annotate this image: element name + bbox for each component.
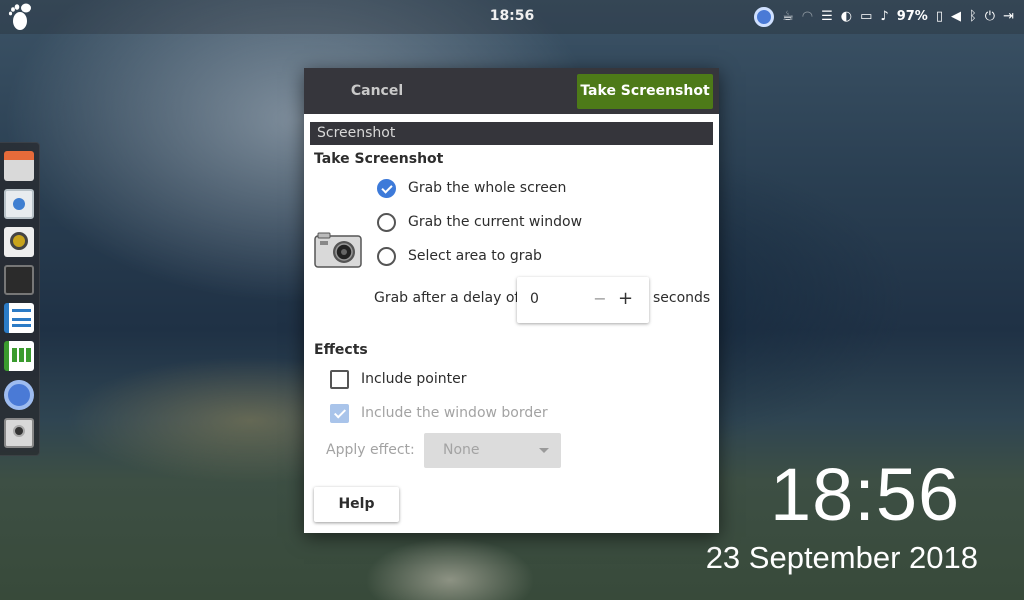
dialog-header: Cancel Take Screenshot <box>304 68 719 114</box>
whole-screen-label: Grab the whole screen <box>408 180 567 196</box>
apply-effect-value: None <box>443 442 480 458</box>
screenshot-section-bar: Screenshot <box>310 122 713 145</box>
option-whole-screen[interactable]: Grab the whole screen <box>377 177 566 199</box>
current-window-label: Grab the current window <box>408 214 583 230</box>
option-select-area[interactable]: Select area to grab <box>377 245 542 267</box>
wifi-icon[interactable]: ◠ <box>802 6 813 28</box>
logout-icon[interactable]: ⇥ <box>1003 6 1014 28</box>
delay-value[interactable]: 0 <box>530 291 539 307</box>
night-light-icon[interactable]: ◐ <box>841 6 852 28</box>
desktop-clock-date: 23 September 2018 <box>705 540 978 575</box>
top-bar-clock[interactable]: 18:56 <box>480 8 544 24</box>
include-pointer-checkbox[interactable] <box>330 369 349 389</box>
chrome-icon[interactable] <box>754 7 775 27</box>
include-border-checkbox[interactable] <box>330 403 349 423</box>
battery-percent[interactable]: 97% <box>897 6 928 28</box>
system-tray: ☕ ◠ ☰ ◐ ▭ ♪ 97% ▯ ◀ ᛒ ⏻ ⇥ <box>754 6 1014 28</box>
writer-icon[interactable] <box>4 303 34 333</box>
delay-spinner[interactable]: 0 − + <box>517 277 649 323</box>
power-icon[interactable]: ⏻ <box>985 6 995 28</box>
bluetooth-icon[interactable]: ᛒ <box>969 6 977 28</box>
select-area-radio[interactable] <box>377 246 396 266</box>
coffee-cup-icon[interactable]: ☕ <box>782 6 794 28</box>
current-window-radio[interactable] <box>377 212 396 232</box>
apply-effect-label: Apply effect: <box>326 442 415 458</box>
rhythmbox-icon[interactable] <box>4 227 34 257</box>
select-area-label: Select area to grab <box>408 248 542 264</box>
include-border-option[interactable]: Include the window border <box>330 402 548 424</box>
gnome-foot-icon[interactable] <box>6 2 36 32</box>
apply-effect-dropdown[interactable]: None <box>424 433 561 468</box>
volume-icon[interactable]: ◀ <box>951 6 961 28</box>
screenshot-icon[interactable] <box>4 418 34 448</box>
include-pointer-option[interactable]: Include pointer <box>330 368 467 390</box>
chromium-icon[interactable] <box>4 380 34 410</box>
delay-label: Grab after a delay of <box>374 290 520 306</box>
option-current-window[interactable]: Grab the current window <box>377 211 582 233</box>
chevron-down-icon <box>539 448 549 453</box>
take-screenshot-title: Take Screenshot <box>314 151 444 167</box>
whole-screen-radio[interactable] <box>377 178 396 198</box>
bell-icon[interactable]: ♪ <box>880 6 888 28</box>
decrement-button[interactable]: − <box>593 289 607 308</box>
camera-icon <box>314 232 362 268</box>
screenshot-dialog: Cancel Take Screenshot Screenshot Take S… <box>304 68 719 533</box>
dock <box>0 142 40 456</box>
folder-icon[interactable]: ▭ <box>860 6 872 28</box>
calc-icon[interactable] <box>4 341 34 371</box>
cancel-button[interactable]: Cancel <box>332 76 422 106</box>
include-border-label: Include the window border <box>361 405 548 421</box>
terminal-icon[interactable] <box>4 265 34 295</box>
desktop-clock-time: 18:56 <box>770 453 961 536</box>
top-bar: 18:56 ☕ ◠ ☰ ◐ ▭ ♪ 97% ▯ ◀ ᛒ ⏻ ⇥ <box>0 0 1024 34</box>
software-icon[interactable] <box>4 189 34 219</box>
menu-icon[interactable]: ☰ <box>821 6 833 28</box>
file-manager-icon[interactable] <box>4 151 34 181</box>
take-screenshot-button[interactable]: Take Screenshot <box>577 74 713 109</box>
include-pointer-label: Include pointer <box>361 371 467 387</box>
seconds-label: seconds <box>653 290 711 306</box>
help-button[interactable]: Help <box>314 487 399 522</box>
increment-button[interactable]: + <box>618 288 633 309</box>
battery-icon[interactable]: ▯ <box>936 6 943 28</box>
effects-title: Effects <box>314 342 368 358</box>
